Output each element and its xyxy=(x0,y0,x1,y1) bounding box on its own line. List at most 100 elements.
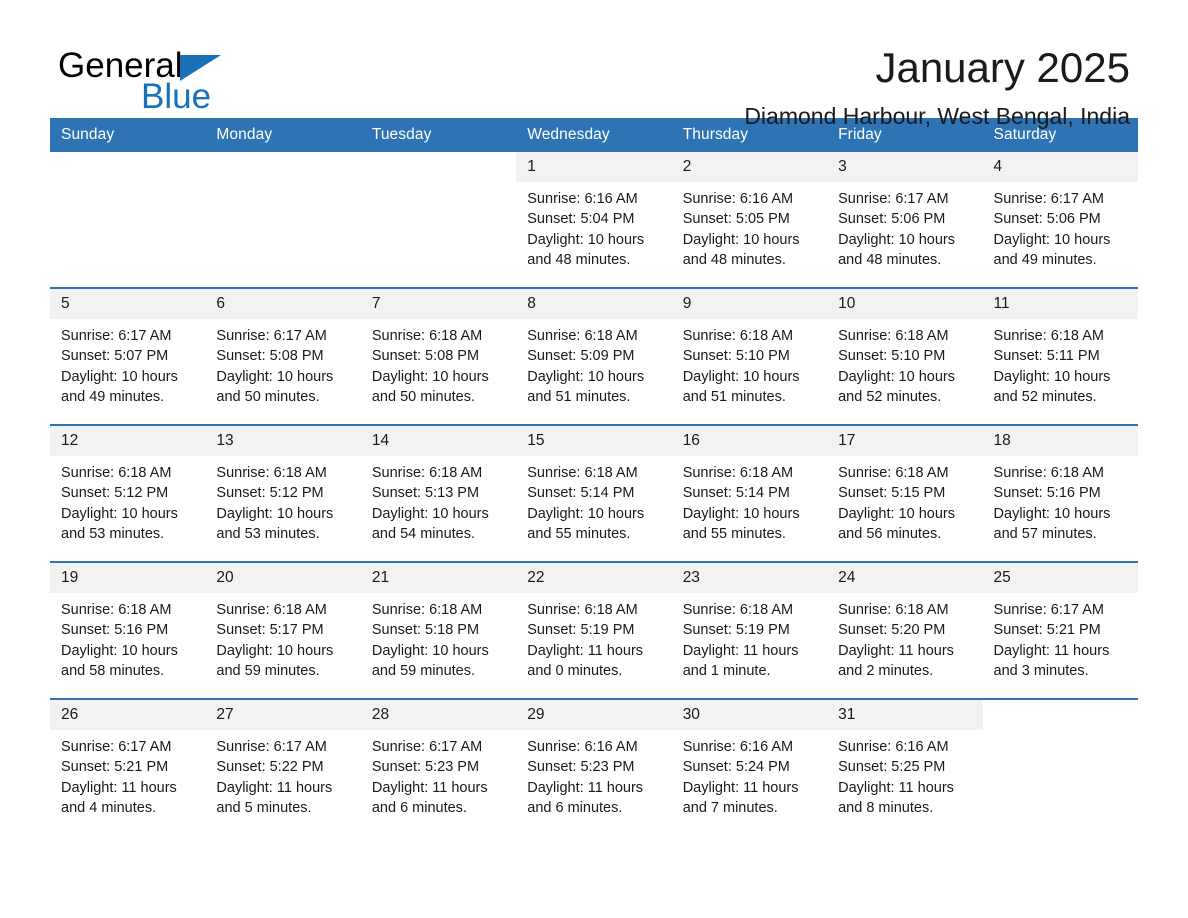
sunset-text: Sunset: 5:16 PM xyxy=(61,622,169,639)
calendar-day-cell[interactable]: 2 Sunrise: 6:16 AM Sunset: 5:05 PM Daylight… xyxy=(671,152,828,288)
day-number: 3 xyxy=(827,152,983,182)
daylight-text: Daylight: 10 hours and 56 minutes. xyxy=(838,505,955,542)
calendar-day-cell[interactable]: 21 Sunrise: 6:18 AM Sunset: 5:18 PM Dayligh… xyxy=(360,561,517,699)
calendar-cell-empty xyxy=(50,152,206,288)
day-details: Sunrise: 6:16 AM Sunset: 5:04 PM Daylight:… xyxy=(516,182,671,270)
calendar-cell-empty xyxy=(205,152,361,288)
weekday-header-tuesday: Tuesday xyxy=(360,118,517,152)
masthead: General Blue January 2025 Diamond Harbou… xyxy=(50,0,1138,129)
sunset-text: Sunset: 5:21 PM xyxy=(993,622,1101,639)
sunset-text: Sunset: 5:24 PM xyxy=(682,759,790,776)
sunset-text: Sunset: 5:21 PM xyxy=(61,759,169,776)
calendar-day-cell[interactable]: 31 Sunrise: 6:16 AM Sunset: 5:25 PM Dayligh… xyxy=(827,698,983,835)
calendar-day-cell[interactable]: 6 Sunrise: 6:17 AM Sunset: 5:08 PM Daylight… xyxy=(205,287,361,425)
sunrise-text: Sunrise: 6:18 AM xyxy=(993,465,1104,481)
day-number: 5 xyxy=(50,289,206,319)
calendar-day-cell[interactable]: 3 Sunrise: 6:17 AM Sunset: 5:06 PM Daylight… xyxy=(827,152,983,288)
day-details: Sunrise: 6:18 AM Sunset: 5:12 PM Daylight:… xyxy=(205,456,360,544)
sunrise-text: Sunrise: 6:18 AM xyxy=(61,465,172,481)
calendar-day-cell[interactable]: 29 Sunrise: 6:16 AM Sunset: 5:23 PM Dayligh… xyxy=(516,698,672,835)
sunset-text: Sunset: 5:14 PM xyxy=(527,485,635,502)
day-number: 26 xyxy=(50,700,206,730)
day-number: 31 xyxy=(827,700,983,730)
sunset-text: Sunset: 5:11 PM xyxy=(993,348,1100,365)
daylight-text: Daylight: 11 hours and 3 minutes. xyxy=(993,642,1110,679)
day-details: Sunrise: 6:18 AM Sunset: 5:18 PM Daylight:… xyxy=(361,593,516,681)
day-number xyxy=(982,700,1138,730)
sunrise-text: Sunrise: 6:18 AM xyxy=(216,465,327,481)
calendar-day-cell[interactable]: 22 Sunrise: 6:18 AM Sunset: 5:19 PM Dayligh… xyxy=(516,561,672,699)
logo-text-general: General xyxy=(58,48,388,84)
day-number xyxy=(360,152,517,182)
calendar-week-row: 26 Sunrise: 6:17 AM Sunset: 5:21 PM Dayligh… xyxy=(50,698,1138,835)
calendar-day-cell[interactable]: 13 Sunrise: 6:18 AM Sunset: 5:12 PM Dayligh… xyxy=(205,424,361,562)
day-number: 30 xyxy=(671,700,828,730)
day-details: Sunrise: 6:18 AM Sunset: 5:11 PM Daylight:… xyxy=(983,319,1138,407)
calendar-day-cell[interactable]: 20 Sunrise: 6:18 AM Sunset: 5:17 PM Dayligh… xyxy=(205,561,361,699)
sunset-text: Sunset: 5:16 PM xyxy=(993,485,1101,502)
day-details: Sunrise: 6:18 AM Sunset: 5:20 PM Daylight:… xyxy=(827,593,982,681)
calendar-day-cell[interactable]: 11 Sunrise: 6:18 AM Sunset: 5:11 PM Dayligh… xyxy=(982,287,1138,425)
day-number: 27 xyxy=(205,700,361,730)
calendar-day-cell[interactable]: 5 Sunrise: 6:17 AM Sunset: 5:07 PM Daylight… xyxy=(50,287,206,425)
calendar-day-cell[interactable]: 8 Sunrise: 6:18 AM Sunset: 5:09 PM Daylight… xyxy=(516,287,672,425)
daylight-text: Daylight: 10 hours and 52 minutes. xyxy=(993,368,1111,405)
sunset-text: Sunset: 5:22 PM xyxy=(216,759,324,776)
day-details: Sunrise: 6:18 AM Sunset: 5:13 PM Daylight:… xyxy=(361,456,516,544)
calendar-day-cell[interactable]: 14 Sunrise: 6:18 AM Sunset: 5:13 PM Dayligh… xyxy=(360,424,517,562)
sunset-text: Sunset: 5:17 PM xyxy=(216,622,324,639)
calendar-day-cell[interactable]: 9 Sunrise: 6:18 AM Sunset: 5:10 PM Daylight… xyxy=(671,287,828,425)
day-number: 25 xyxy=(982,563,1138,593)
calendar-day-cell[interactable]: 27 Sunrise: 6:17 AM Sunset: 5:22 PM Dayligh… xyxy=(205,698,361,835)
sunrise-text: Sunrise: 6:18 AM xyxy=(371,328,483,344)
day-details: Sunrise: 6:17 AM Sunset: 5:23 PM Daylight:… xyxy=(361,730,516,818)
calendar-day-cell[interactable]: 18 Sunrise: 6:18 AM Sunset: 5:16 PM Dayligh… xyxy=(982,424,1138,562)
day-details: Sunrise: 6:16 AM Sunset: 5:25 PM Daylight:… xyxy=(827,730,982,818)
weekday-header-sunday: Sunday xyxy=(50,118,206,152)
calendar-day-cell[interactable]: 12 Sunrise: 6:18 AM Sunset: 5:12 PM Dayligh… xyxy=(50,424,206,562)
sunset-text: Sunset: 5:15 PM xyxy=(838,485,946,502)
calendar-day-cell[interactable]: 1 Sunrise: 6:16 AM Sunset: 5:04 PM Daylight… xyxy=(516,152,672,288)
calendar-day-cell[interactable]: 19 Sunrise: 6:18 AM Sunset: 5:16 PM Dayligh… xyxy=(50,561,206,699)
day-details: Sunrise: 6:18 AM Sunset: 5:10 PM Daylight:… xyxy=(827,319,982,407)
calendar-day-cell[interactable]: 15 Sunrise: 6:18 AM Sunset: 5:14 PM Dayligh… xyxy=(516,424,672,562)
day-details: Sunrise: 6:17 AM Sunset: 5:22 PM Daylight:… xyxy=(205,730,360,818)
logo-general-label: General xyxy=(58,46,183,85)
calendar-day-cell[interactable]: 4 Sunrise: 6:17 AM Sunset: 5:06 PM Daylight… xyxy=(982,152,1138,288)
calendar-day-cell[interactable]: 30 Sunrise: 6:16 AM Sunset: 5:24 PM Dayligh… xyxy=(671,698,828,835)
calendar-day-cell[interactable]: 17 Sunrise: 6:18 AM Sunset: 5:15 PM Dayligh… xyxy=(827,424,983,562)
sunrise-text: Sunrise: 6:18 AM xyxy=(216,602,327,618)
calendar-day-cell[interactable]: 16 Sunrise: 6:18 AM Sunset: 5:14 PM Dayligh… xyxy=(671,424,828,562)
daylight-text: Daylight: 11 hours and 0 minutes. xyxy=(527,642,644,679)
day-details: Sunrise: 6:18 AM Sunset: 5:12 PM Daylight:… xyxy=(50,456,205,544)
sunset-text: Sunset: 5:09 PM xyxy=(527,348,635,365)
day-details: Sunrise: 6:16 AM Sunset: 5:05 PM Daylight:… xyxy=(672,182,827,270)
generalblue-logo[interactable]: General Blue xyxy=(58,48,388,118)
calendar-day-cell[interactable]: 7 Sunrise: 6:18 AM Sunset: 5:08 PM Daylight… xyxy=(360,287,517,425)
day-number: 1 xyxy=(516,152,672,182)
calendar-day-cell[interactable]: 10 Sunrise: 6:18 AM Sunset: 5:10 PM Dayligh… xyxy=(827,287,983,425)
sunset-text: Sunset: 5:10 PM xyxy=(838,348,946,365)
sunset-text: Sunset: 5:23 PM xyxy=(527,759,635,776)
sunrise-text: Sunrise: 6:16 AM xyxy=(527,191,638,207)
page-title: January 2025 xyxy=(875,44,1130,91)
weekday-header-monday: Monday xyxy=(205,118,361,152)
day-number: 9 xyxy=(671,289,828,319)
sunset-text: Sunset: 5:18 PM xyxy=(371,622,480,639)
day-number: 19 xyxy=(50,563,206,593)
day-number: 7 xyxy=(360,289,517,319)
day-number: 23 xyxy=(671,563,828,593)
calendar-day-cell[interactable]: 28 Sunrise: 6:17 AM Sunset: 5:23 PM Dayligh… xyxy=(360,698,517,835)
calendar-day-cell[interactable]: 26 Sunrise: 6:17 AM Sunset: 5:21 PM Dayligh… xyxy=(50,698,206,835)
sunrise-text: Sunrise: 6:16 AM xyxy=(838,739,949,755)
day-number: 8 xyxy=(516,289,672,319)
calendar-day-cell[interactable]: 24 Sunrise: 6:18 AM Sunset: 5:20 PM Dayligh… xyxy=(827,561,983,699)
day-number: 17 xyxy=(827,426,983,456)
calendar-day-cell[interactable]: 23 Sunrise: 6:18 AM Sunset: 5:19 PM Dayligh… xyxy=(671,561,828,699)
sunset-text: Sunset: 5:07 PM xyxy=(61,348,169,365)
sunset-text: Sunset: 5:19 PM xyxy=(527,622,635,639)
calendar-day-cell[interactable]: 25 Sunrise: 6:17 AM Sunset: 5:21 PM Dayligh… xyxy=(982,561,1138,699)
sunset-text: Sunset: 5:12 PM xyxy=(216,485,324,502)
daylight-text: Daylight: 11 hours and 2 minutes. xyxy=(838,642,954,679)
day-number: 12 xyxy=(50,426,206,456)
